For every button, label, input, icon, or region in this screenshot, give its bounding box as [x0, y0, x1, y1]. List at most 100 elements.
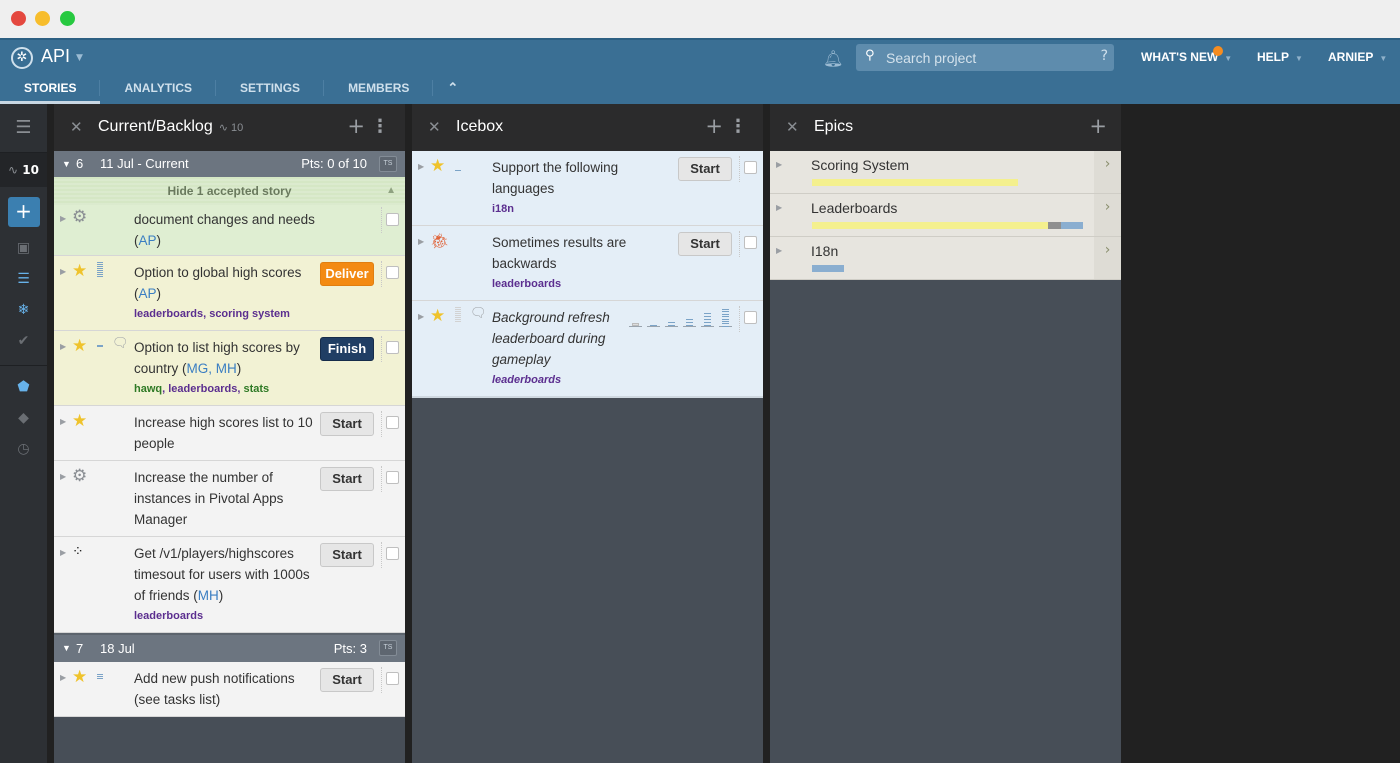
- epic-item[interactable]: ▶ Leaderboards ›: [770, 194, 1121, 237]
- chevron-right-icon[interactable]: ›: [1094, 237, 1121, 279]
- story-labels[interactable]: leaderboards: [492, 274, 763, 294]
- expand-icon[interactable]: ▶: [60, 548, 66, 557]
- iteration-header[interactable]: ▼ 7 18 Jul Pts: 3 TS: [54, 633, 405, 662]
- add-story-icon[interactable]: +: [705, 114, 723, 138]
- close-panel-icon[interactable]: ✕: [428, 118, 441, 136]
- start-button[interactable]: Start: [320, 412, 374, 436]
- tab-settings[interactable]: SETTINGS: [216, 78, 325, 104]
- maximize-window-button[interactable]: [60, 11, 75, 26]
- estimate-8-button[interactable]: [719, 307, 732, 327]
- pivotal-tracker-logo-icon[interactable]: ✲: [11, 47, 33, 69]
- search-help-icon[interactable]: ?: [1101, 48, 1108, 64]
- expand-icon[interactable]: ▶: [418, 312, 424, 321]
- expand-icon[interactable]: ▶: [776, 160, 782, 169]
- start-button[interactable]: Start: [320, 467, 374, 491]
- story-item[interactable]: ▶ ⁘ Get /v1/players/highscores timesout …: [54, 537, 405, 633]
- select-checkbox[interactable]: [386, 672, 399, 685]
- labels-icon[interactable]: ◆: [0, 403, 47, 434]
- current-backlog-icon[interactable]: ☰: [0, 264, 47, 295]
- select-checkbox[interactable]: [386, 266, 399, 279]
- bell-icon[interactable]: 🔔︎: [823, 49, 843, 68]
- story-labels[interactable]: leaderboards: [134, 606, 405, 626]
- hide-accepted-toggle[interactable]: Hide 1 accepted story ▲: [54, 177, 405, 205]
- hamburger-menu-icon[interactable]: ☰: [0, 104, 47, 153]
- estimate-5-button[interactable]: [701, 307, 714, 327]
- story-labels[interactable]: leaderboards: [492, 370, 763, 390]
- story-owners[interactable]: MH: [198, 588, 219, 603]
- expand-icon[interactable]: ▶: [60, 673, 66, 682]
- story-owners[interactable]: MG, MH: [187, 361, 237, 376]
- story-item[interactable]: ▶ ★ 🗨︎ Background refresh leaderboard du…: [412, 301, 763, 398]
- team-strength-button[interactable]: TS: [379, 156, 397, 172]
- expand-icon[interactable]: ▶: [418, 162, 424, 171]
- start-button[interactable]: Start: [320, 543, 374, 567]
- story-owners[interactable]: AP: [139, 286, 157, 301]
- user-menu[interactable]: ARNIEP ▼: [1328, 50, 1387, 64]
- story-labels[interactable]: hawq, leaderboards, stats: [134, 379, 405, 399]
- close-panel-icon[interactable]: ✕: [70, 118, 83, 136]
- expand-icon[interactable]: ▶: [776, 246, 782, 255]
- close-panel-icon[interactable]: ✕: [786, 118, 799, 136]
- expand-icon[interactable]: ▶: [60, 472, 66, 481]
- tab-members[interactable]: MEMBERS: [324, 78, 434, 104]
- select-checkbox[interactable]: [386, 341, 399, 354]
- more-options-icon[interactable]: ⋮: [729, 116, 747, 137]
- project-dropdown-icon[interactable]: ▼: [76, 53, 83, 63]
- select-checkbox[interactable]: [744, 236, 757, 249]
- velocity-indicator[interactable]: ∿ 10: [0, 153, 47, 187]
- estimate-1-button[interactable]: [647, 307, 660, 327]
- collapse-icon[interactable]: ▼: [62, 151, 71, 177]
- my-work-icon[interactable]: ▣: [0, 233, 47, 264]
- tab-analytics[interactable]: ANALYTICS: [100, 78, 217, 104]
- add-story-icon[interactable]: +: [347, 114, 365, 138]
- team-strength-button[interactable]: TS: [379, 640, 397, 656]
- story-item[interactable]: ▶ ★ Increase high scores list to 10 peop…: [54, 406, 405, 461]
- select-checkbox[interactable]: [386, 471, 399, 484]
- expand-icon[interactable]: ▶: [60, 267, 66, 276]
- story-labels[interactable]: leaderboards, scoring system: [134, 304, 405, 324]
- select-checkbox[interactable]: [386, 213, 399, 226]
- iteration-header[interactable]: ▼ 6 11 Jul - Current Pts: 0 of 10 TS: [54, 151, 405, 177]
- expand-icon[interactable]: ▶: [60, 214, 66, 223]
- start-button[interactable]: Start: [678, 232, 732, 256]
- more-options-icon[interactable]: ⋮: [371, 116, 389, 137]
- story-item[interactable]: ▶ ★ 🗨︎ Option to list high scores by cou…: [54, 331, 405, 406]
- expand-icon[interactable]: ▶: [418, 237, 424, 246]
- estimate-3-button[interactable]: [683, 307, 696, 327]
- start-button[interactable]: Start: [678, 157, 732, 181]
- help-menu[interactable]: HELP ▼: [1257, 50, 1303, 64]
- story-item[interactable]: ▶ ★ Add new push notifications (see task…: [54, 662, 405, 717]
- label-stats[interactable]: stats: [243, 383, 269, 395]
- chevron-right-icon[interactable]: ›: [1094, 194, 1121, 236]
- story-item[interactable]: ▶ ⚙ document changes and needs (AP): [54, 205, 405, 256]
- epics-icon[interactable]: ⬟: [0, 372, 47, 403]
- done-icon[interactable]: ✔: [0, 326, 47, 357]
- project-name[interactable]: API: [41, 46, 70, 67]
- icebox-icon[interactable]: ❄: [0, 295, 47, 326]
- add-epic-icon[interactable]: +: [1089, 114, 1107, 138]
- expand-icon[interactable]: ▶: [776, 203, 782, 212]
- finish-button[interactable]: Finish: [320, 337, 374, 361]
- expand-icon[interactable]: ▶: [60, 342, 66, 351]
- select-checkbox[interactable]: [744, 161, 757, 174]
- search-input[interactable]: [886, 48, 1086, 67]
- select-checkbox[interactable]: [744, 311, 757, 324]
- select-checkbox[interactable]: [386, 547, 399, 560]
- tab-stories[interactable]: STORIES: [0, 78, 101, 104]
- epic-item[interactable]: ▶ I18n ›: [770, 237, 1121, 280]
- story-item[interactable]: ▶ 🐞︎ Sometimes results are backwards lea…: [412, 226, 763, 301]
- select-checkbox[interactable]: [386, 416, 399, 429]
- collapse-icon[interactable]: ▼: [62, 635, 71, 662]
- story-item[interactable]: ▶ ⚙ Increase the number of instances in …: [54, 461, 405, 537]
- start-button[interactable]: Start: [320, 668, 374, 692]
- double-chevron-up-icon[interactable]: ⌃: [433, 78, 472, 104]
- deliver-button[interactable]: Deliver: [320, 262, 374, 286]
- story-item[interactable]: ▶ ★ Option to global high scores (AP) le…: [54, 256, 405, 331]
- story-item[interactable]: ▶ ★ Support the following languages i18n…: [412, 151, 763, 226]
- story-owners[interactable]: AP: [139, 233, 157, 248]
- close-window-button[interactable]: [11, 11, 26, 26]
- label-leaderboards[interactable]: leaderboards: [168, 383, 237, 395]
- estimate-2-button[interactable]: [665, 307, 678, 327]
- history-icon[interactable]: ◷: [0, 434, 47, 465]
- add-story-button[interactable]: +: [7, 197, 40, 227]
